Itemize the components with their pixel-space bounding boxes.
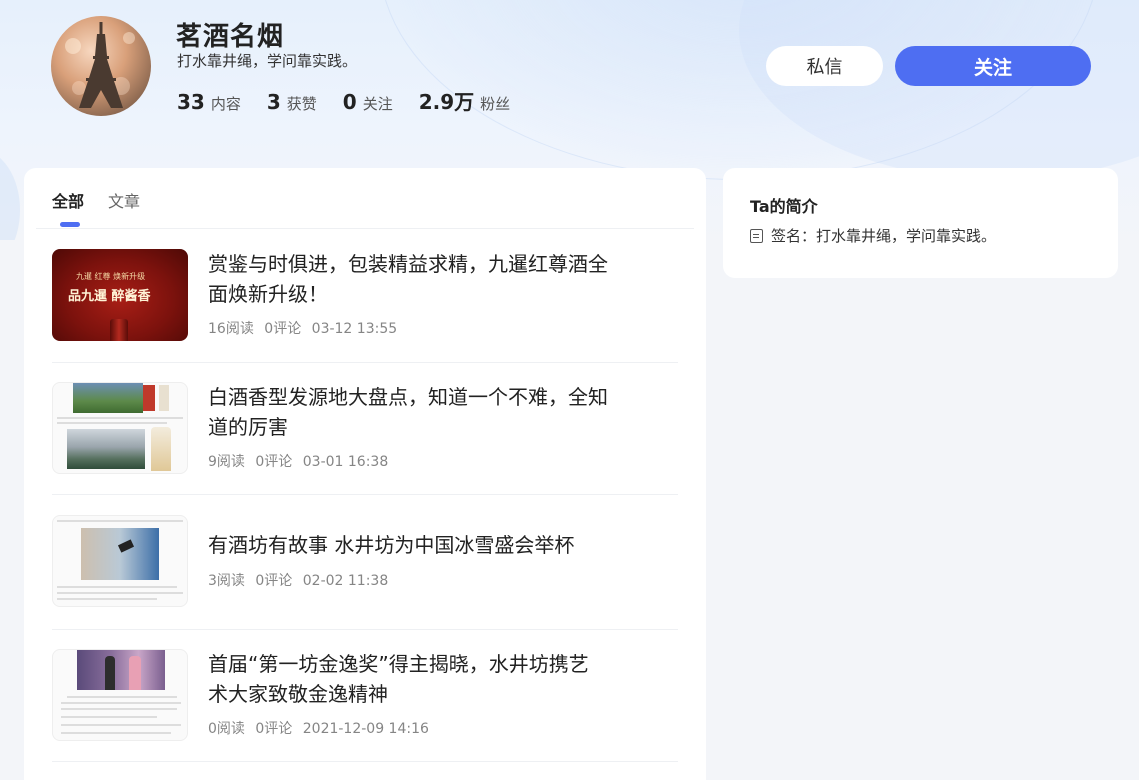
stat-following[interactable]: 0 关注 <box>343 90 393 114</box>
read-count: 9阅读 <box>208 454 245 470</box>
profile-intro-card: Ta的简介 签名： 打水靠井绳，学问靠实践。 <box>723 168 1118 278</box>
article-thumbnail[interactable]: 九暹 红尊 焕新升级 品九暹 醉酱香 <box>52 249 188 341</box>
publish-date: 02-02 11:38 <box>302 573 389 589</box>
private-message-button[interactable]: 私信 <box>766 46 883 86</box>
stat-label: 获赞 <box>286 95 317 113</box>
article-thumbnail[interactable] <box>52 515 188 607</box>
stat-label: 粉丝 <box>480 95 511 113</box>
read-count: 3阅读 <box>208 573 245 589</box>
stat-number: 2.9万 <box>418 90 475 114</box>
comment-count: 0评论 <box>255 721 293 737</box>
stat-fans[interactable]: 2.9万 粉丝 <box>419 86 510 115</box>
content-tabs: 全部 文章 <box>52 188 164 227</box>
profile-stats: 33 内容 3 获赞 0 关注 2.9万 粉丝 <box>177 86 536 115</box>
tab-articles[interactable]: 文章 <box>108 188 140 212</box>
article-title[interactable]: 首届“第一坊金逸奖”得主揭晓，水井坊携艺 术大家致敬金逸精神 <box>208 649 628 709</box>
stat-number: 3 <box>266 90 281 114</box>
comment-count: 0评论 <box>255 454 293 470</box>
signature-text: 打水靠井绳，学问靠实践。 <box>816 227 997 245</box>
publish-date: 2021-12-09 14:16 <box>302 721 429 737</box>
stat-label: 关注 <box>362 95 393 113</box>
article-meta: 9阅读 0评论 03-01 16:38 <box>208 451 394 471</box>
read-count: 0阅读 <box>208 721 245 737</box>
signature-label: 签名： <box>771 227 817 245</box>
follow-button[interactable]: 关注 <box>895 46 1091 86</box>
stat-content[interactable]: 33 内容 <box>177 90 241 114</box>
article-title[interactable]: 赏鉴与时俱进，包装精益求精，九暹红尊酒全 面焕新升级！ <box>208 249 628 309</box>
profile-bio: 打水靠井绳，学问靠实践。 <box>177 52 358 70</box>
article-divider <box>52 494 678 495</box>
avatar[interactable] <box>51 16 151 116</box>
article-title[interactable]: 有酒坊有故事 水井坊为中国冰雪盛会举杯 <box>208 530 628 560</box>
tab-all[interactable]: 全部 <box>52 188 84 227</box>
article-divider <box>52 761 678 762</box>
tabs-divider <box>36 228 694 229</box>
article-meta: 3阅读 0评论 02-02 11:38 <box>208 570 394 590</box>
article-divider <box>52 362 678 363</box>
stat-number: 0 <box>342 90 357 114</box>
stat-likes: 3 获赞 <box>267 90 317 114</box>
intro-title: Ta的简介 <box>750 197 818 216</box>
profile-name: 茗酒名烟 <box>176 22 285 52</box>
stat-number: 33 <box>177 90 205 114</box>
comment-count: 0评论 <box>255 573 293 589</box>
comment-count: 0评论 <box>264 321 302 337</box>
thumb-slogan: 品九暹 醉酱香 <box>68 289 151 304</box>
article-title[interactable]: 白酒香型发源地大盘点，知道一个不难，全知 道的厉害 <box>208 382 628 442</box>
publish-date: 03-12 13:55 <box>311 321 398 337</box>
article-thumbnail[interactable] <box>52 382 188 474</box>
publish-date: 03-01 16:38 <box>302 454 389 470</box>
thumb-caption: 九暹 红尊 焕新升级 <box>76 272 146 281</box>
document-icon <box>750 228 763 243</box>
stat-label: 内容 <box>210 95 241 113</box>
article-meta: 0阅读 0评论 2021-12-09 14:16 <box>208 718 435 738</box>
content-feed-card: 全部 文章 九暹 红尊 焕新升级 品九暹 醉酱香 赏鉴与时俱进，包装精益求精，九… <box>24 168 706 780</box>
intro-signature: 签名： 打水靠井绳，学问靠实践。 <box>750 225 996 246</box>
read-count: 16阅读 <box>208 321 254 337</box>
article-divider <box>52 629 678 630</box>
article-meta: 16阅读 0评论 03-12 13:55 <box>208 318 403 338</box>
article-thumbnail[interactable] <box>52 649 188 741</box>
